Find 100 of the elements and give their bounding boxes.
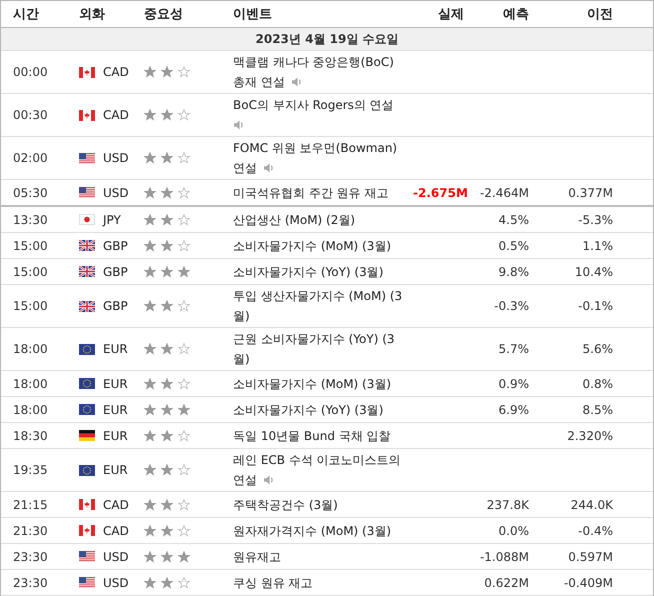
forecast-value: 4.5%: [498, 212, 529, 226]
currency-code: CAD: [103, 108, 129, 122]
forecast-value: 0.5%: [498, 238, 529, 252]
time-cell-text: 15:00: [12, 299, 49, 313]
star-icon: [144, 524, 156, 536]
star-icon: [144, 430, 156, 442]
column-header: 외화: [79, 6, 106, 23]
star-icon: [144, 214, 156, 226]
event-name[interactable]: 근원 소비자물가지수 (YoY) (3월): [233, 329, 413, 369]
column-header: 실제: [437, 6, 464, 23]
star-icon: [161, 464, 173, 476]
speaker-icon[interactable]: [233, 119, 245, 131]
star-icon: [178, 378, 190, 390]
time-cell-text: 00:30: [12, 108, 49, 122]
event-name[interactable]: FOMC 위원 보우먼(Bowman) 연설: [233, 138, 413, 178]
star-icon: [161, 109, 173, 121]
forecast-value: 237.8K: [486, 498, 529, 512]
star-icon: [144, 186, 156, 198]
time-cell-text: 23:30: [12, 550, 49, 564]
star-icon: [178, 240, 190, 252]
column-header: 이벤트: [233, 6, 273, 23]
event-name[interactable]: 원자재가격지수 (MoM) (3월): [233, 520, 413, 540]
time-cell-text: 21:15: [12, 498, 49, 512]
time-cell-text: 18:00: [12, 376, 49, 390]
star-icon: [178, 300, 190, 312]
time-cell-text: 05:30: [12, 186, 49, 200]
event-name[interactable]: 소비자물가지수 (MoM) (3월): [233, 236, 413, 256]
currency-code: USD: [103, 186, 129, 200]
currency-code: EUR: [103, 402, 128, 416]
currency-code: GBP: [103, 264, 128, 278]
star-icon: [178, 550, 190, 562]
star-icon: [144, 266, 156, 278]
star-icon: [161, 240, 173, 252]
currency-code: EUR: [103, 342, 128, 356]
forecast-value: 9.8%: [498, 264, 529, 278]
star-icon: [161, 266, 173, 278]
star-icon: [161, 524, 173, 536]
speaker-icon[interactable]: [290, 76, 303, 88]
event-name[interactable]: 소비자물가지수 (YoY) (3월): [233, 400, 413, 420]
currency-code: USD: [103, 550, 129, 564]
star-icon: [161, 300, 173, 312]
event-name[interactable]: BoC의 부지사 Rogers의 연설: [233, 95, 413, 135]
speaker-icon[interactable]: [263, 162, 275, 174]
column-header: 예측: [502, 6, 529, 23]
event-name[interactable]: 원유재고: [233, 546, 413, 566]
event-name[interactable]: 소비자물가지수 (MoM) (3월): [233, 374, 413, 394]
star-icon: [144, 66, 156, 78]
star-icon: [144, 498, 156, 510]
event-name[interactable]: 산업생산 (MoM) (2월): [233, 210, 413, 230]
date-heading: 2023년 4월 19일 수요일: [256, 30, 398, 48]
currency-code: CAD: [103, 498, 129, 512]
star-icon: [161, 550, 173, 562]
star-icon: [178, 430, 190, 442]
time-cell-text: 21:30: [12, 524, 49, 538]
star-icon: [144, 404, 156, 416]
star-icon: [178, 109, 190, 121]
previous-value: 8.5%: [582, 402, 613, 416]
star-icon: [161, 430, 173, 442]
event-name[interactable]: 주택착공건수 (3월): [233, 494, 413, 514]
forecast-value: 0.9%: [498, 376, 529, 390]
time-cell-text: 19:35: [12, 463, 49, 477]
star-icon: [144, 378, 156, 390]
forecast-value: -1.088M: [478, 550, 529, 564]
star-icon: [178, 524, 190, 536]
previous-value: 244.0K: [570, 498, 613, 512]
event-name[interactable]: 투입 생산자물가지수 (MoM) (3월): [233, 286, 413, 326]
time-cell-text: 15:00: [12, 264, 49, 278]
currency-code: EUR: [103, 463, 128, 477]
forecast-value: -0.3%: [493, 299, 529, 313]
star-icon: [144, 343, 156, 355]
previous-value: -5.3%: [577, 212, 613, 226]
event-name[interactable]: 소비자물가지수 (YoY) (3월): [233, 262, 413, 282]
currency-code: USD: [103, 576, 129, 590]
event-name[interactable]: 맥클램 캐나다 중앙은행(BoC) 총재 연설: [233, 52, 413, 92]
previous-value: -0.1%: [577, 299, 613, 313]
star-icon: [178, 266, 190, 278]
forecast-value: 5.7%: [498, 342, 529, 356]
previous-value: -0.4%: [577, 524, 613, 538]
time-cell-text: 15:00: [12, 238, 49, 252]
previous-value: 0.8%: [582, 376, 613, 390]
star-icon: [144, 464, 156, 476]
star-icon: [161, 152, 173, 164]
event-name[interactable]: 독일 10년물 Bund 국채 입찰: [233, 426, 413, 446]
speaker-icon[interactable]: [263, 474, 275, 486]
star-icon: [178, 152, 190, 164]
star-icon: [178, 498, 190, 510]
event-name[interactable]: 미국석유협회 주간 원유 재고: [233, 182, 413, 202]
event-name[interactable]: 레인 ECB 수석 이코노미스트의 연설: [233, 450, 413, 490]
event-name[interactable]: 쿠싱 원유 재고: [233, 572, 413, 592]
previous-value: 2.320%: [566, 428, 613, 442]
time-cell-text: 18:00: [12, 402, 49, 416]
forecast-value: 6.9%: [498, 402, 529, 416]
column-header: 이전: [586, 6, 613, 23]
currency-code: EUR: [103, 376, 128, 390]
column-header: 시간: [12, 6, 40, 23]
currency-code: GBP: [103, 299, 128, 313]
previous-value: -0.409M: [562, 576, 613, 590]
previous-value: 0.597M: [567, 550, 613, 564]
forecast-value: 0.0%: [498, 524, 529, 538]
time-cell-text: 13:30: [12, 212, 49, 226]
